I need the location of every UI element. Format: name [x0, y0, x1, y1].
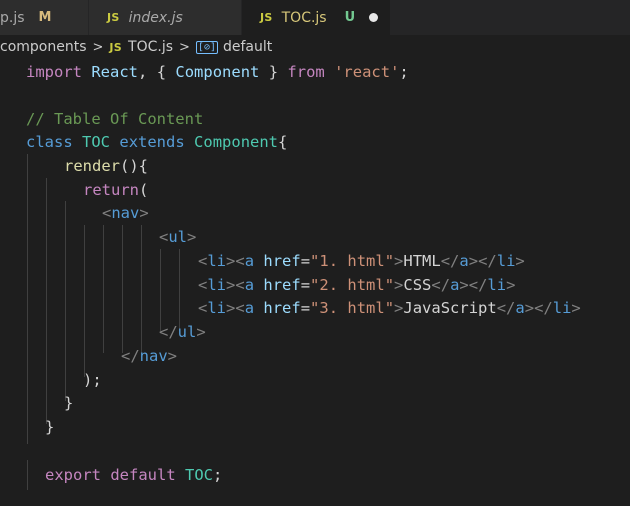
chevron-right-icon: >	[179, 39, 190, 55]
code-line: </nav>	[121, 347, 178, 365]
code-line: export default TOC;	[45, 466, 223, 484]
tab-index-js[interactable]: JS index.js	[89, 0, 241, 35]
code-line: <li><a href="2. html">CSS</a></li>	[198, 276, 516, 294]
untracked-badge: U	[344, 10, 356, 25]
indent-guide	[179, 249, 180, 331]
tab-label: TOC.js	[281, 9, 327, 26]
code-line: import React, { Component } from 'react'…	[26, 63, 409, 81]
javascript-file-icon: JS	[107, 11, 120, 24]
unsaved-dot-icon[interactable]	[369, 13, 379, 22]
indent-guide	[103, 225, 104, 353]
javascript-file-icon: JS	[109, 40, 123, 54]
code-line: render(){	[64, 157, 148, 175]
tab-p-js[interactable]: p.js M	[0, 0, 88, 35]
tab-bar: p.js M JS index.js JS TOC.js U	[0, 0, 630, 35]
modified-badge: M	[38, 10, 52, 25]
code-line: </ul>	[159, 323, 206, 341]
indent-guide	[27, 154, 28, 444]
code-line: <ul>	[159, 228, 197, 246]
code-editor[interactable]: import React, { Component } from 'react'…	[0, 60, 630, 506]
breadcrumb: components > JS TOC.js > [⊘] default	[0, 36, 272, 58]
tab-label: index.js	[128, 9, 183, 26]
code-line: }	[45, 418, 55, 436]
breadcrumb-symbol[interactable]: default	[223, 39, 272, 55]
code-line: return(	[83, 181, 149, 199]
code-line: );	[83, 371, 102, 389]
javascript-file-icon: JS	[260, 11, 273, 24]
indent-guide	[160, 249, 161, 331]
tab-label: p.js	[0, 9, 25, 26]
indent-guide	[65, 201, 66, 401]
indent-guide	[84, 225, 85, 377]
code-line: <li><a href="1. html">HTML</a></li>	[198, 252, 525, 270]
chevron-right-icon: >	[92, 39, 104, 55]
code-line: }	[64, 394, 74, 412]
code-line: <li><a href="3. html">JavaScript</a></li…	[198, 299, 581, 317]
indent-guide	[46, 178, 47, 424]
variable-symbol-icon: [⊘]	[195, 40, 218, 54]
code-line: class TOC extends Component{	[26, 133, 288, 151]
indent-guide	[122, 225, 123, 353]
breadcrumb-folder[interactable]: components	[0, 39, 87, 55]
tab-toc-js[interactable]: JS TOC.js U	[242, 0, 390, 35]
indent-guide	[141, 225, 142, 353]
code-line: // Table Of Content	[26, 110, 204, 128]
breadcrumb-file[interactable]: TOC.js	[128, 39, 173, 55]
code-line: <nav>	[102, 204, 149, 222]
indent-guide	[27, 460, 28, 490]
